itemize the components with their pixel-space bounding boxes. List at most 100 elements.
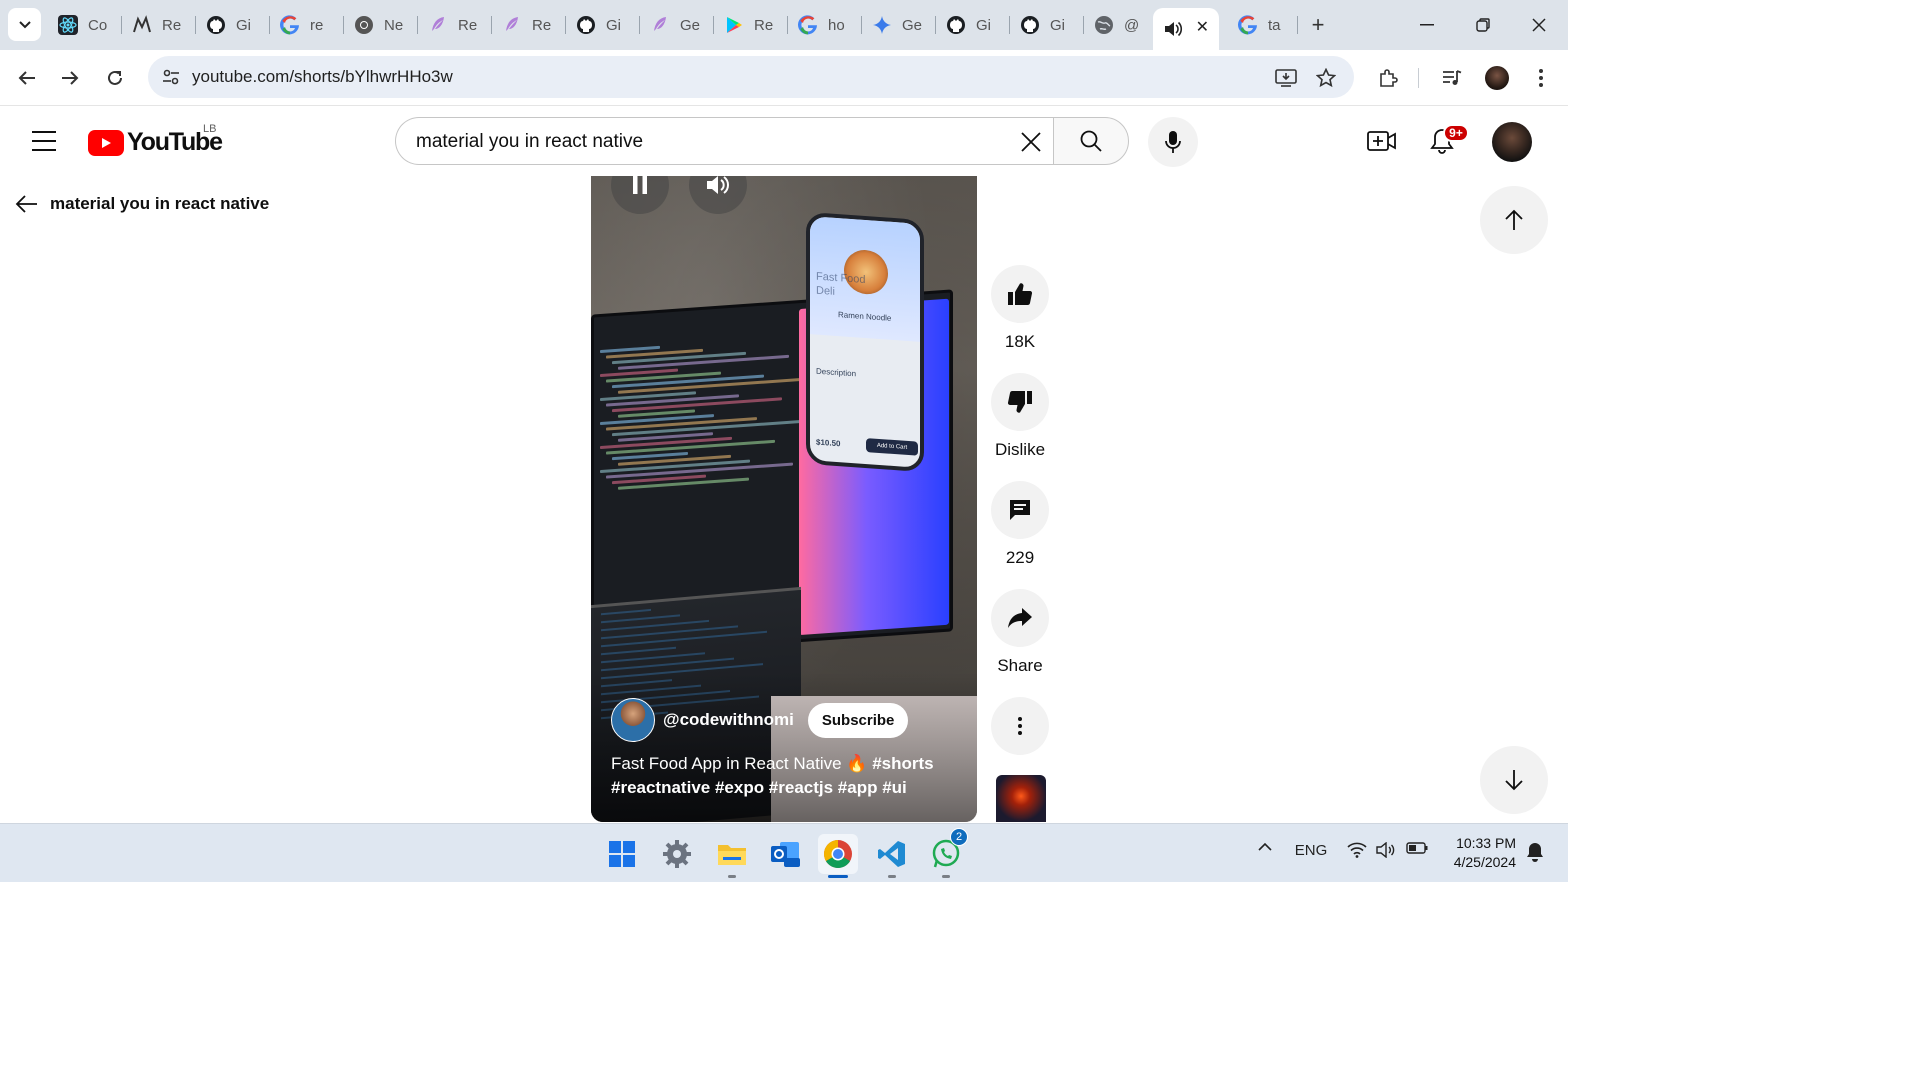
browser-tab[interactable]: Ge <box>862 8 936 42</box>
install-app-icon[interactable] <box>1274 66 1298 90</box>
code-line <box>601 646 676 656</box>
tab-title: Gi <box>976 16 991 34</box>
extensions-button[interactable] <box>1374 64 1402 92</box>
guide-menu-button[interactable] <box>30 128 58 154</box>
wifi-status[interactable] <box>1346 842 1368 858</box>
phone-price: $10.50 <box>816 437 841 449</box>
vscode-icon <box>878 841 905 867</box>
code-editor-scene <box>600 333 807 527</box>
tab-title: Re <box>162 16 182 34</box>
system-clock[interactable]: 10:33 PM 4/25/2024 <box>1446 834 1516 872</box>
running-indicator <box>728 875 736 878</box>
more-action <box>991 697 1049 755</box>
chevron-up-icon <box>1258 842 1272 851</box>
settings-app[interactable] <box>657 834 697 874</box>
tab-title: Gi <box>236 16 251 34</box>
browser-tab[interactable]: Co <box>48 8 122 42</box>
short-video-player[interactable]: Fast Food Deli Ramen Noodle Description … <box>591 176 977 822</box>
clock-date: 4/25/2024 <box>1453 854 1516 870</box>
back-button[interactable] <box>13 64 41 92</box>
url-text[interactable]: youtube.com/shorts/bYlhwrHHo3w <box>192 67 453 87</box>
vscode-app[interactable] <box>872 834 912 878</box>
browser-tab[interactable]: Gi <box>1010 8 1084 42</box>
site-info-icon[interactable] <box>160 66 182 88</box>
comments-action: 229 <box>991 481 1049 568</box>
start-button[interactable] <box>602 834 642 874</box>
browser-tab[interactable]: @ <box>1084 8 1153 42</box>
clock-time: 10:33 PM <box>1456 835 1516 851</box>
like-button[interactable] <box>991 265 1049 323</box>
region-code: LB <box>203 123 217 135</box>
search-input[interactable]: material you in react native <box>395 117 1053 165</box>
minimize-button[interactable] <box>1414 12 1440 38</box>
battery-status[interactable] <box>1405 842 1429 854</box>
browser-tab[interactable]: Re <box>122 8 196 42</box>
browser-tab[interactable]: re <box>270 8 344 42</box>
browser-tab[interactable]: Re <box>418 8 492 42</box>
bookmark-star-icon[interactable] <box>1314 66 1338 90</box>
clear-search-button[interactable] <box>1017 128 1045 156</box>
forward-button[interactable] <box>56 64 84 92</box>
voice-search-button[interactable] <box>1148 117 1198 167</box>
browser-menu-button[interactable] <box>1527 64 1555 92</box>
browser-tab[interactable]: Ne <box>344 8 418 42</box>
search-query-text[interactable]: material you in react native <box>416 131 643 153</box>
hashtag-link[interactable]: #shorts <box>872 754 933 773</box>
channel-avatar[interactable] <box>611 698 655 742</box>
chrome-icon <box>354 15 374 35</box>
youtube-logo[interactable]: YouTube <box>88 128 223 157</box>
more-options-button[interactable] <box>991 697 1049 755</box>
volume-status[interactable] <box>1375 842 1397 858</box>
thumbs-down-icon <box>1007 390 1032 413</box>
close-window-button[interactable] <box>1526 12 1552 38</box>
running-indicator <box>828 875 848 878</box>
reload-icon <box>108 70 122 85</box>
create-button[interactable] <box>1366 126 1398 156</box>
browser-tab[interactable]: Re <box>492 8 566 42</box>
tab-search-button[interactable] <box>8 8 41 41</box>
github-icon <box>576 15 596 35</box>
previous-short-button[interactable] <box>1480 186 1548 254</box>
reload-button[interactable] <box>101 64 129 92</box>
hashtag-links[interactable]: #reactnative #expo #reactjs #app #ui <box>611 778 907 797</box>
video-title[interactable]: Fast Food App in React Native 🔥 #shorts … <box>611 752 961 800</box>
notification-center-button[interactable] <box>1524 842 1546 862</box>
back-to-search-link[interactable]: material you in react native <box>14 194 269 214</box>
restore-button[interactable] <box>1470 12 1496 38</box>
browser-tab[interactable]: ho <box>788 8 862 42</box>
browser-tab[interactable]: Re <box>714 8 788 42</box>
subscribe-button[interactable]: Subscribe <box>807 702 909 738</box>
browser-tab[interactable]: Gi <box>196 8 270 42</box>
chrome-app[interactable] <box>818 834 858 878</box>
new-tab-button[interactable]: + <box>1305 12 1331 38</box>
close-tab-icon[interactable]: ✕ <box>1196 17 1209 37</box>
browser-tab[interactable]: Ge <box>640 8 714 42</box>
browser-tab[interactable]: Gi <box>936 8 1010 42</box>
more-vertical-icon <box>1539 69 1543 87</box>
browser-tab[interactable]: ta <box>1228 8 1298 42</box>
share-button[interactable] <box>991 589 1049 647</box>
outlook-app[interactable] <box>765 834 805 874</box>
comments-button[interactable] <box>991 481 1049 539</box>
search-button[interactable] <box>1053 117 1129 165</box>
dislike-button[interactable] <box>991 373 1049 431</box>
battery-icon <box>1406 842 1428 854</box>
whatsapp-app[interactable]: 2 <box>926 828 968 878</box>
file-explorer-app[interactable] <box>712 834 752 878</box>
browser-tab[interactable]: ✕ <box>1153 8 1219 50</box>
running-indicator <box>888 875 896 878</box>
tab-title: Re <box>532 16 552 34</box>
show-hidden-icons-button[interactable] <box>1254 842 1276 851</box>
channel-name[interactable]: @codewithnomi <box>663 710 794 730</box>
address-bar[interactable]: youtube.com/shorts/bYlhwrHHo3w <box>148 56 1354 98</box>
account-avatar[interactable] <box>1492 122 1532 162</box>
sound-thumbnail[interactable] <box>996 775 1046 822</box>
profile-avatar-button[interactable] <box>1483 64 1511 92</box>
language-indicator[interactable]: ENG <box>1290 842 1332 859</box>
windows-icon <box>609 841 635 867</box>
browser-tab[interactable]: Gi <box>566 8 640 42</box>
code-line <box>601 608 651 616</box>
notification-badge: 9+ <box>1443 124 1469 142</box>
media-control-button[interactable] <box>1438 64 1466 92</box>
next-short-button[interactable] <box>1480 746 1548 814</box>
